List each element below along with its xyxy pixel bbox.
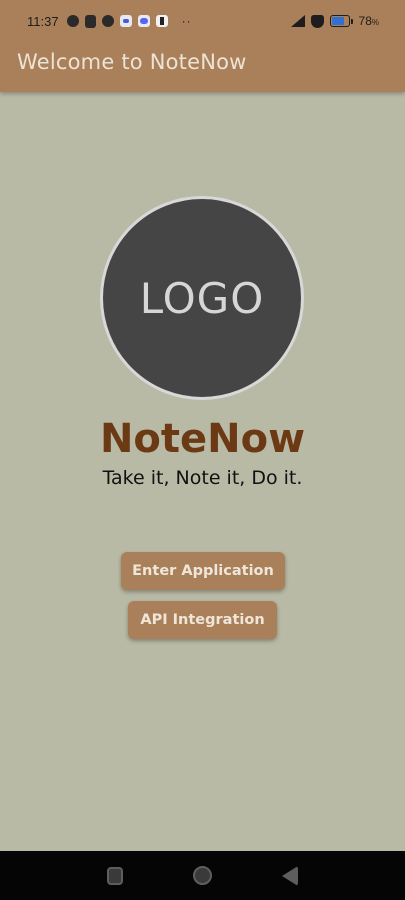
battery-percent-value: 78: [358, 14, 372, 28]
app-bar-title: Welcome to NoteNow: [17, 50, 247, 74]
signal-icon: [289, 15, 305, 27]
battery-fill: [331, 17, 344, 25]
recents-icon[interactable]: [107, 866, 123, 885]
logo-text: LOGO: [139, 273, 265, 323]
status-time: 11:37: [27, 13, 59, 29]
battery-icon: [329, 15, 353, 27]
messenger-icon: [119, 15, 132, 27]
brand-name: NoteNow: [99, 416, 306, 462]
vibrate-icon: [84, 14, 96, 28]
logo-placeholder: LOGO: [100, 196, 304, 400]
api-integration-button[interactable]: API Integration: [128, 601, 277, 639]
battery-body: [329, 15, 350, 27]
battery-percent-suffix: %: [371, 18, 379, 27]
navigation-bar: [0, 851, 405, 900]
back-icon[interactable]: [282, 865, 298, 886]
battery-percent: 78%: [359, 14, 379, 28]
app-header: 11:37 ·· 78% Welcome to NoteNow: [0, 0, 405, 92]
home-icon[interactable]: [193, 866, 212, 885]
enter-application-button[interactable]: Enter Application: [121, 552, 285, 590]
dnd-icon: [66, 15, 79, 27]
more-notifications-icon: ··: [181, 14, 192, 28]
app-screen: 11:37 ·· 78% Welcome to NoteNow LOGO Not…: [0, 0, 405, 900]
battery-tip: [350, 18, 353, 24]
status-left: 11:37 ··: [27, 14, 192, 29]
status-right: 78%: [289, 14, 379, 28]
shield-icon: [310, 14, 324, 28]
discord-icon: [137, 15, 150, 27]
run-icon: [155, 15, 168, 27]
clock-icon: [101, 15, 114, 27]
status-bar: 11:37 ·· 78%: [0, 0, 405, 42]
brand-tagline: Take it, Note it, Do it.: [102, 467, 303, 489]
